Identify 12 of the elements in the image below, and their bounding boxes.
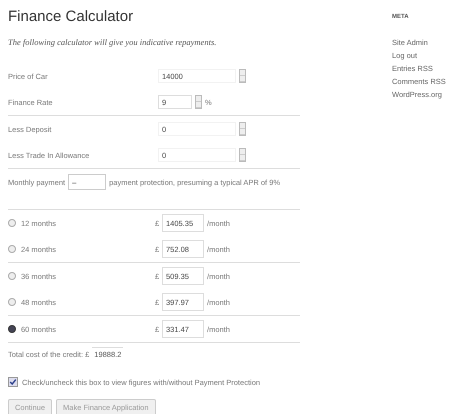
- intro-text: The following calculator will give you indicative repayments.: [8, 37, 218, 47]
- checkbox[interactable]: [8, 377, 18, 387]
- radio-button[interactable]: [8, 245, 16, 253]
- spinner-icon[interactable]: [239, 69, 246, 83]
- radio-button[interactable]: [8, 325, 16, 333]
- spinner-icon[interactable]: [239, 122, 246, 136]
- radio-button[interactable]: [8, 219, 16, 227]
- spinner-icon[interactable]: [239, 148, 246, 162]
- page-title: Finance Calculator: [8, 8, 134, 25]
- radio-button[interactable]: [8, 272, 16, 280]
- radio-button[interactable]: [8, 298, 16, 306]
- spinner-icon[interactable]: [195, 95, 202, 109]
